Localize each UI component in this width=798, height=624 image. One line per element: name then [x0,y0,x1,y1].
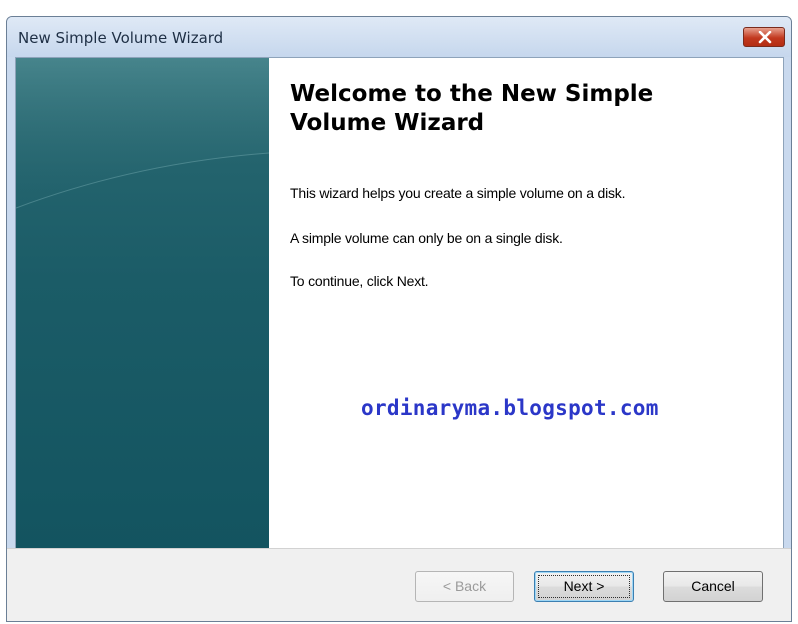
close-icon [758,31,772,44]
wizard-window: New Simple Volume Wizard Welcome to the … [6,16,792,622]
wizard-description-1: This wizard helps you create a simple vo… [290,185,626,201]
wizard-content: Welcome to the New Simple Volume Wizard … [15,57,784,548]
banner-graphic [16,58,269,209]
close-button[interactable] [743,27,785,47]
back-button[interactable]: < Back [415,571,514,602]
cancel-button[interactable]: Cancel [663,571,763,602]
wizard-description-2: A simple volume can only be on a single … [290,230,563,246]
window-title: New Simple Volume Wizard [18,29,224,47]
background-strip [0,0,798,16]
title-bar[interactable]: New Simple Volume Wizard [7,17,791,57]
wizard-banner [16,58,269,548]
wizard-heading: Welcome to the New Simple Volume Wizard [290,81,654,136]
wizard-description-3: To continue, click Next. [290,273,429,289]
button-bar: < Back Next > Cancel [7,548,791,621]
watermark-text: ordinaryma.blogspot.com [361,396,659,420]
next-button[interactable]: Next > [534,571,634,602]
focus-ring [538,575,630,598]
